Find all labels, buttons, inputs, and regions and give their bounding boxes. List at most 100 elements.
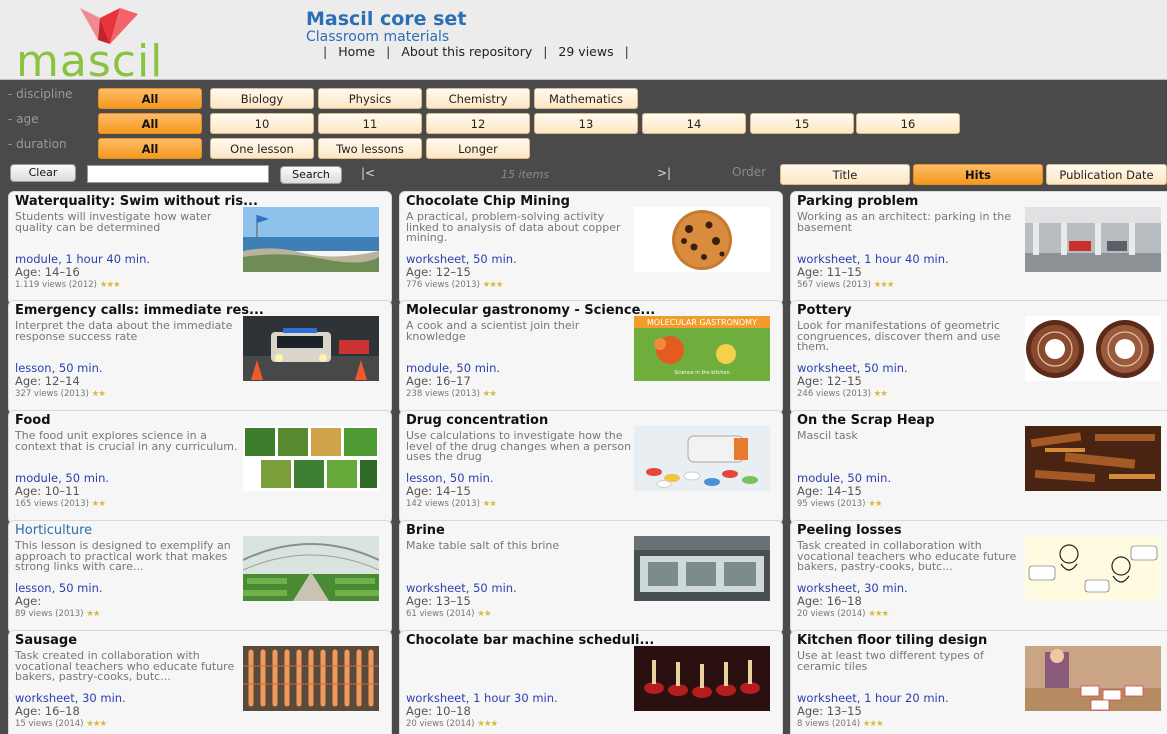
resource-card[interactable]: Molecular gastronomy - Science... A cook…: [399, 300, 783, 414]
card-description: A practical, problem-solving activity li…: [406, 210, 621, 244]
duration-one-lesson-chip[interactable]: One lesson: [210, 138, 314, 159]
card-type-duration: module, 50 min.: [406, 361, 501, 375]
card-views: 142 views (2013) ★★: [406, 499, 497, 509]
card-age: Age: 14–15: [797, 484, 862, 498]
resource-card[interactable]: Emergency calls: immediate res... Interp…: [8, 300, 392, 414]
card-views: 89 views (2013) ★★: [15, 609, 100, 619]
card-views: 20 views (2014) ★★★: [797, 609, 889, 619]
sausages-photo[interactable]: [243, 646, 379, 711]
pottery-plates[interactable]: [1025, 316, 1161, 381]
resource-card[interactable]: Pottery Look for manifestations of geome…: [790, 300, 1167, 414]
card-views: 15 views (2014) ★★★: [15, 719, 107, 729]
greenhouse-photo[interactable]: [243, 536, 379, 601]
vegetables-grid[interactable]: [243, 426, 379, 491]
discipline-chemistry-chip[interactable]: Chemistry: [426, 88, 530, 109]
duration-two-lessons-chip[interactable]: Two lessons: [318, 138, 422, 159]
card-type-duration: worksheet, 1 hour 40 min.: [797, 252, 949, 266]
chocolate-machine-photo[interactable]: [634, 646, 770, 711]
resource-card[interactable]: Chocolate bar machine scheduli... worksh…: [399, 630, 783, 734]
age-12-chip[interactable]: 12: [426, 113, 530, 134]
card-type-duration: module, 50 min.: [15, 471, 110, 485]
card-age: Age: 14–16: [15, 265, 80, 279]
card-description: The food unit explores science in a cont…: [15, 429, 238, 453]
card-views: 567 views (2013) ★★★: [797, 280, 895, 290]
resource-card[interactable]: Waterquality: Swim without ris... Studen…: [8, 191, 392, 305]
card-age: Age: 13–15: [406, 594, 471, 608]
duration-longer-chip[interactable]: Longer: [426, 138, 530, 159]
card-age: Age:: [15, 594, 42, 608]
nav-about-link[interactable]: About this repository: [401, 44, 532, 59]
beach-photo[interactable]: [243, 207, 379, 272]
pills-photo[interactable]: [634, 426, 770, 491]
card-views-text: 142 views (2013): [406, 499, 480, 509]
parking-garage-photo[interactable]: [1025, 207, 1161, 272]
order-title-chip[interactable]: Title: [780, 164, 910, 185]
discipline-physics-chip[interactable]: Physics: [318, 88, 422, 109]
discipline-mathematics-chip[interactable]: Mathematics: [534, 88, 638, 109]
age-10-chip[interactable]: 10: [210, 113, 314, 134]
age-15-chip[interactable]: 15: [750, 113, 854, 134]
card-age: Age: 11–15: [797, 265, 862, 279]
scrap-metal-photo[interactable]: [1025, 426, 1161, 491]
card-type-duration: module, 50 min.: [797, 471, 892, 485]
age-16-chip[interactable]: 16: [856, 113, 960, 134]
mascil-logo[interactable]: mascil: [12, 6, 202, 84]
card-views-text: 8 views (2014): [797, 719, 861, 729]
card-views: 1.119 views (2012) ★★★: [15, 280, 121, 290]
card-views-text: 15 views (2014): [15, 719, 84, 729]
order-publication-date-chip[interactable]: Publication Date: [1046, 164, 1167, 185]
search-input[interactable]: [87, 165, 269, 183]
resource-card[interactable]: Chocolate Chip Mining A practical, probl…: [399, 191, 783, 305]
book-cover-caption: Science in the kitchen: [674, 370, 729, 376]
first-page-button[interactable]: |<: [361, 166, 375, 180]
resource-card[interactable]: Parking problem Working as an architect:…: [790, 191, 1167, 305]
rating-stars-icon: ★★★: [482, 280, 504, 290]
card-age: Age: 10–11: [15, 484, 80, 498]
discipline-biology-chip[interactable]: Biology: [210, 88, 314, 109]
card-views-text: 776 views (2013): [406, 280, 480, 290]
card-description: Working as an architect: parking in the …: [797, 210, 1011, 234]
card-age: Age: 13–15: [797, 704, 862, 718]
resource-card[interactable]: Drug concentration Use calculations to i…: [399, 410, 783, 524]
molecular-gastronomy-book[interactable]: MOLECULAR GASTRONOMY Science in the kitch…: [634, 316, 770, 381]
resource-card[interactable]: Peeling losses Task created in collabora…: [790, 520, 1167, 634]
brine-pans-photo[interactable]: [634, 536, 770, 601]
tiling-photo[interactable]: [1025, 646, 1161, 711]
rating-stars-icon: ★★★: [86, 719, 107, 729]
card-description: Task created in collaboration with vocat…: [15, 649, 235, 683]
clear-button[interactable]: Clear: [10, 164, 76, 182]
last-page-button[interactable]: >|: [657, 166, 671, 180]
page-subtitle: Classroom materials: [306, 29, 450, 45]
cartoon-sketch[interactable]: [1025, 536, 1161, 601]
resource-card[interactable]: Sausage Task created in collaboration wi…: [8, 630, 392, 734]
resource-card[interactable]: Brine Make table salt of this brine work…: [399, 520, 783, 634]
resource-card[interactable]: Kitchen floor tiling design Use at least…: [790, 630, 1167, 734]
order-hits-chip[interactable]: Hits: [913, 164, 1043, 185]
rating-stars-icon: ★★★: [873, 280, 895, 290]
age-11-chip[interactable]: 11: [318, 113, 422, 134]
card-description: Students will investigate how water qual…: [15, 210, 212, 234]
discipline-label: - discipline: [8, 87, 73, 101]
age-13-chip[interactable]: 13: [534, 113, 638, 134]
age-all-chip[interactable]: All: [98, 113, 202, 134]
card-views: 327 views (2013) ★★: [15, 389, 106, 399]
resource-card[interactable]: Food The food unit explores science in a…: [8, 410, 392, 524]
card-age: Age: 12–15: [406, 265, 471, 279]
police-car-photo[interactable]: [243, 316, 379, 381]
rating-stars-icon: ★★★: [868, 609, 889, 619]
search-button[interactable]: Search: [280, 166, 342, 184]
duration-all-chip[interactable]: All: [98, 138, 202, 159]
rating-stars-icon: ★★: [86, 609, 100, 619]
card-description: Task created in collaboration with vocat…: [797, 539, 1017, 573]
nav-separator: |: [323, 44, 328, 59]
discipline-all-chip[interactable]: All: [98, 88, 202, 109]
card-age: Age: 16–18: [15, 704, 80, 718]
card-description: This lesson is designed to exemplify an …: [15, 539, 231, 573]
cookie-photo[interactable]: [634, 207, 770, 272]
age-14-chip[interactable]: 14: [642, 113, 746, 134]
nav-home-link[interactable]: Home: [338, 44, 375, 59]
discipline-filter-row: - discipline All Biology Physics Chemist…: [0, 86, 1167, 112]
card-views: 246 views (2013) ★★: [797, 389, 888, 399]
resource-card[interactable]: On the Scrap Heap Mascil task module, 50…: [790, 410, 1167, 524]
resource-card[interactable]: Horticulture This lesson is designed to …: [8, 520, 392, 634]
